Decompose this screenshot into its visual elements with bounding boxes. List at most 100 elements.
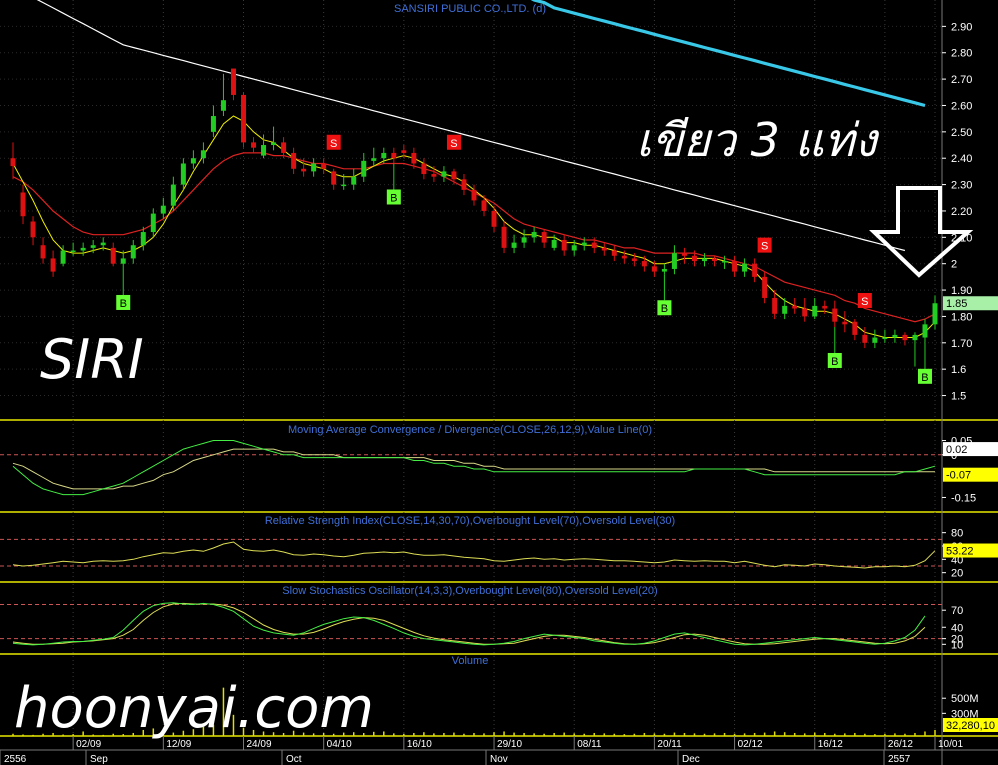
signal-label: B bbox=[390, 192, 397, 204]
candle-body bbox=[271, 142, 277, 146]
rsi-line bbox=[12, 541, 936, 569]
candle-body bbox=[321, 163, 327, 169]
candle-body bbox=[631, 258, 637, 262]
candle-body bbox=[641, 261, 647, 267]
stochastic-chart-title: Slow Stochastics Oscillator(14,3,3),Over… bbox=[282, 585, 657, 597]
stochastic-tick-label: 70 bbox=[951, 605, 963, 617]
candle-body bbox=[571, 245, 577, 251]
price-tick-label: 1.6 bbox=[951, 364, 966, 376]
candle-body bbox=[381, 152, 387, 159]
candle-body bbox=[341, 184, 347, 187]
candle-body bbox=[932, 303, 938, 325]
candle-body bbox=[140, 232, 146, 246]
value-badge-text: 32,280,10 bbox=[946, 720, 995, 732]
candle-body bbox=[922, 324, 928, 338]
price-tick-label: 2 bbox=[951, 259, 957, 271]
candle-body bbox=[491, 210, 497, 227]
candle-body bbox=[912, 334, 918, 341]
candle-body bbox=[80, 247, 86, 251]
rsi-panel bbox=[0, 538, 942, 569]
signal-label: S bbox=[761, 241, 768, 253]
candle-body bbox=[50, 258, 56, 272]
price-tick-label: 2.20 bbox=[951, 206, 972, 218]
date-label: 16/10 bbox=[407, 739, 432, 750]
rsi-tick-label: 20 bbox=[951, 568, 963, 580]
candle-body bbox=[832, 308, 838, 322]
price-tick-label: 1.5 bbox=[951, 391, 966, 403]
buy-signal-marker: B bbox=[917, 368, 932, 384]
candle-body bbox=[621, 255, 627, 259]
candle-body bbox=[691, 255, 697, 262]
period-label: 2557 bbox=[888, 754, 911, 765]
candle-body bbox=[531, 232, 537, 238]
signal-label: S bbox=[450, 138, 457, 150]
stochastic-tick-label: 40 bbox=[951, 622, 963, 634]
candle-body bbox=[311, 163, 317, 172]
candle-body bbox=[200, 150, 206, 159]
candle-body bbox=[481, 200, 487, 211]
candle-body bbox=[581, 242, 587, 246]
price-chart-title: SANSIRI PUBLIC CO.,LTD. (d) bbox=[394, 3, 546, 15]
last-price-badge: 1.85 bbox=[943, 296, 998, 311]
thai-annotation: เขียว 3 แท่ง bbox=[636, 113, 877, 167]
date-label: 29/10 bbox=[497, 739, 522, 750]
period-label: 2556 bbox=[4, 754, 27, 765]
price-tick-label: 2.60 bbox=[951, 100, 972, 112]
candle-body bbox=[792, 305, 798, 309]
candle-body bbox=[30, 221, 36, 238]
candle-body bbox=[782, 305, 788, 314]
stochastic-tick-label: 10 bbox=[951, 639, 963, 651]
candle-body bbox=[411, 152, 417, 164]
period-label: Nov bbox=[490, 754, 508, 765]
price-tick-label: 2.30 bbox=[951, 180, 972, 192]
candle-body bbox=[261, 145, 267, 156]
signal-label: B bbox=[831, 356, 838, 368]
candle-body bbox=[230, 68, 236, 95]
price-tick-label: 2.80 bbox=[951, 48, 972, 60]
candle-body bbox=[872, 337, 878, 343]
period-label: Dec bbox=[682, 754, 700, 765]
candle-body bbox=[461, 179, 467, 190]
candle-body bbox=[551, 239, 557, 248]
rsi-value-badge: 53.22 bbox=[943, 543, 998, 558]
signal-label: S bbox=[330, 138, 337, 150]
date-label: 08/11 bbox=[577, 739, 602, 750]
candle-body bbox=[10, 158, 16, 167]
candle-body bbox=[120, 258, 126, 264]
candle-body bbox=[130, 245, 136, 259]
buy-signal-marker: B bbox=[657, 300, 672, 316]
candle-body bbox=[441, 171, 447, 177]
period-label: Oct bbox=[286, 754, 302, 765]
volume-chart-title: Volume bbox=[452, 655, 489, 667]
candle-body bbox=[882, 337, 888, 340]
candle-body bbox=[722, 261, 728, 263]
price-tick-label: 1.80 bbox=[951, 311, 972, 323]
candle-body bbox=[190, 158, 196, 164]
macd-chart-title: Moving Average Convergence / Divergence(… bbox=[288, 424, 652, 436]
candle-body bbox=[752, 263, 758, 277]
candle-body bbox=[110, 247, 116, 264]
candle-body bbox=[902, 334, 908, 341]
candle-body bbox=[742, 263, 748, 272]
candle-body bbox=[681, 253, 687, 256]
date-label: 26/12 bbox=[888, 739, 913, 750]
signal-label: B bbox=[921, 372, 928, 384]
candle-body bbox=[241, 94, 246, 143]
candle-body bbox=[40, 245, 46, 259]
candle-body bbox=[651, 266, 657, 272]
candle-body bbox=[591, 242, 597, 248]
candle-body bbox=[281, 142, 287, 153]
candle-body bbox=[251, 142, 257, 148]
price-tick-label: 1.70 bbox=[951, 338, 972, 350]
candle-body bbox=[170, 184, 176, 206]
candle-body bbox=[351, 176, 357, 185]
value-badge-text: 1.85 bbox=[946, 298, 967, 310]
volume-value-badge: 32,280,10 bbox=[943, 718, 998, 732]
buy-signal-marker: B bbox=[827, 352, 842, 368]
candle-body bbox=[20, 192, 26, 217]
candle-body bbox=[371, 158, 377, 161]
candle-body bbox=[451, 171, 457, 180]
candle-body bbox=[852, 321, 858, 335]
candle-body bbox=[732, 261, 738, 272]
candle-body bbox=[802, 308, 808, 317]
